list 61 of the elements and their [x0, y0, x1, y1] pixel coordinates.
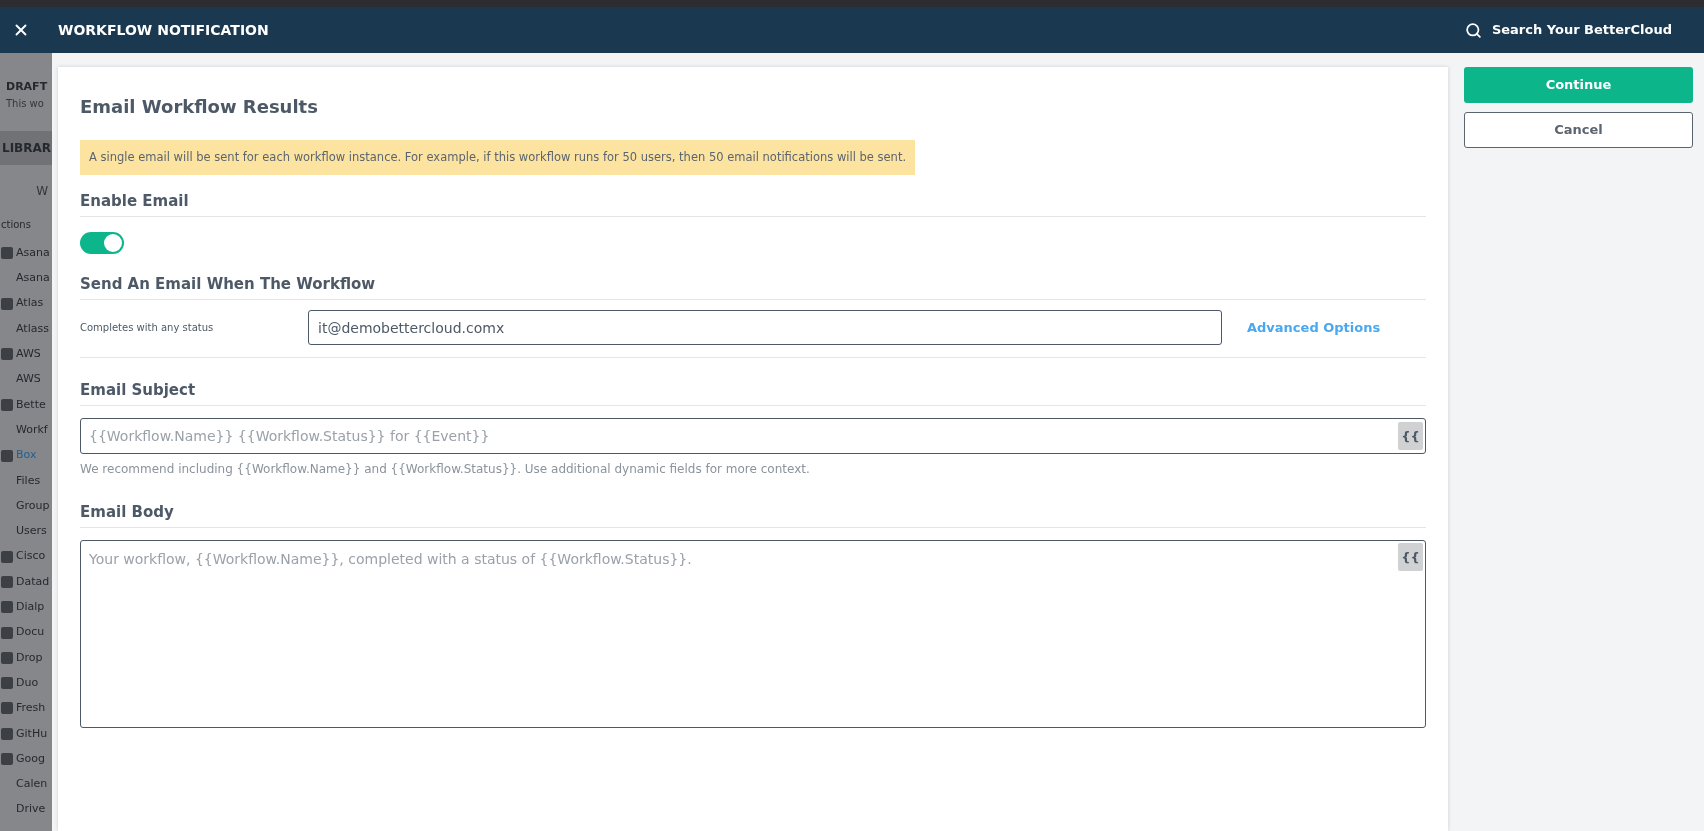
- app-logo-icon: [1, 601, 13, 614]
- sidebar-item[interactable]: Asana: [16, 244, 50, 262]
- subject-field[interactable]: {{Workflow.Name}} {{Workflow.Status}} for {{Event}} {{: [80, 418, 1426, 455]
- sidebar-item[interactable]: Calen: [16, 776, 48, 793]
- app-logo-icon: [1, 753, 13, 766]
- subject-hint: We recommend including {{Workflow.Name}} and {{Workflow.Status}}. Use additional dynamic fields for more context.: [80, 461, 811, 479]
- search-link[interactable]: Search Your BetterCloud: [1491, 20, 1672, 40]
- sidebar-item[interactable]: Cisco: [16, 548, 46, 565]
- section-heading: Email Body: [80, 503, 174, 522]
- continue-button[interactable]: Continue: [1464, 67, 1693, 103]
- sidebar-item[interactable]: Drop: [16, 649, 43, 667]
- advanced-options-link[interactable]: Advanced Options: [1247, 318, 1381, 338]
- body-field[interactable]: Your workflow, {{Workflow.Name}}, completed with a status of {{Workflow.Status}}. {{: [80, 540, 1426, 729]
- app-logo-icon: [1, 348, 13, 361]
- sidebar-item[interactable]: Workf: [16, 421, 48, 439]
- app-logo-icon: [1, 651, 13, 664]
- sidebar-item[interactable]: Fresh: [16, 700, 46, 717]
- recipient-field[interactable]: it@demobettercloud.comx: [308, 310, 1222, 346]
- sidebar-item[interactable]: Datad: [16, 573, 50, 591]
- search-icon: [1464, 21, 1482, 39]
- sidebar-item[interactable]: Bette: [16, 396, 46, 414]
- sidebar-item[interactable]: Users: [16, 523, 47, 540]
- app-logo-icon: [1, 297, 13, 310]
- notice-banner: A single email will be sent for each workflow instance. For example, if this workflow runs for 50 users, then 50 email notifications will be sent.: [80, 140, 916, 176]
- sidebar-item[interactable]: Atlass: [16, 320, 49, 338]
- app-logo-icon: [1, 626, 13, 639]
- library-tab[interactable]: LIBRAR: [0, 130, 52, 165]
- app-logo-icon: [1, 449, 13, 462]
- sidebar-item[interactable]: Group: [16, 497, 50, 515]
- app-logo-icon: [1, 398, 13, 411]
- condition-label: Completes with any status: [80, 321, 215, 336]
- draft-text: This wo: [6, 96, 45, 111]
- cancel-button[interactable]: Cancel: [1464, 112, 1693, 148]
- app-logo-icon: [1, 677, 13, 690]
- app-logo-icon: [1, 727, 13, 740]
- tab-label[interactable]: W: [36, 181, 48, 200]
- draft-title: DRAFT: [6, 79, 49, 95]
- sidebar-item[interactable]: AWS: [16, 371, 41, 388]
- sidebar-item[interactable]: Asana: [16, 270, 50, 287]
- sidebar-item[interactable]: Goog: [16, 750, 45, 768]
- section-heading: Email Subject: [80, 381, 196, 400]
- toggle-switch[interactable]: [80, 232, 124, 255]
- app-logo-icon: [1, 702, 13, 715]
- app-logo-icon: [1, 247, 13, 260]
- sidebar-item[interactable]: AWS: [16, 346, 41, 363]
- section-label: ctions: [0, 217, 32, 232]
- app-logo-icon: [1, 576, 13, 588]
- sidebar-item[interactable]: GitHu: [16, 725, 48, 743]
- sidebar-item[interactable]: Docu: [16, 624, 45, 641]
- sidebar-item[interactable]: Drive: [16, 801, 46, 818]
- window-title: WORKFLOW NOTIFICATION: [58, 20, 269, 40]
- sidebar-item[interactable]: Duo: [16, 674, 39, 692]
- section-heading: Enable Email: [80, 192, 189, 211]
- sidebar-item[interactable]: Atlas: [16, 295, 44, 312]
- form-title: Email Workflow Results: [80, 95, 319, 119]
- dynamic-field-button[interactable]: {{: [1398, 543, 1423, 572]
- sidebar-item[interactable]: Files: [16, 472, 41, 490]
- app-logo-icon: [1, 550, 13, 563]
- sidebar-item[interactable]: Dialp: [16, 599, 45, 616]
- section-heading: Send An Email When The Workflow: [80, 275, 376, 294]
- dynamic-field-button[interactable]: {{: [1398, 422, 1423, 451]
